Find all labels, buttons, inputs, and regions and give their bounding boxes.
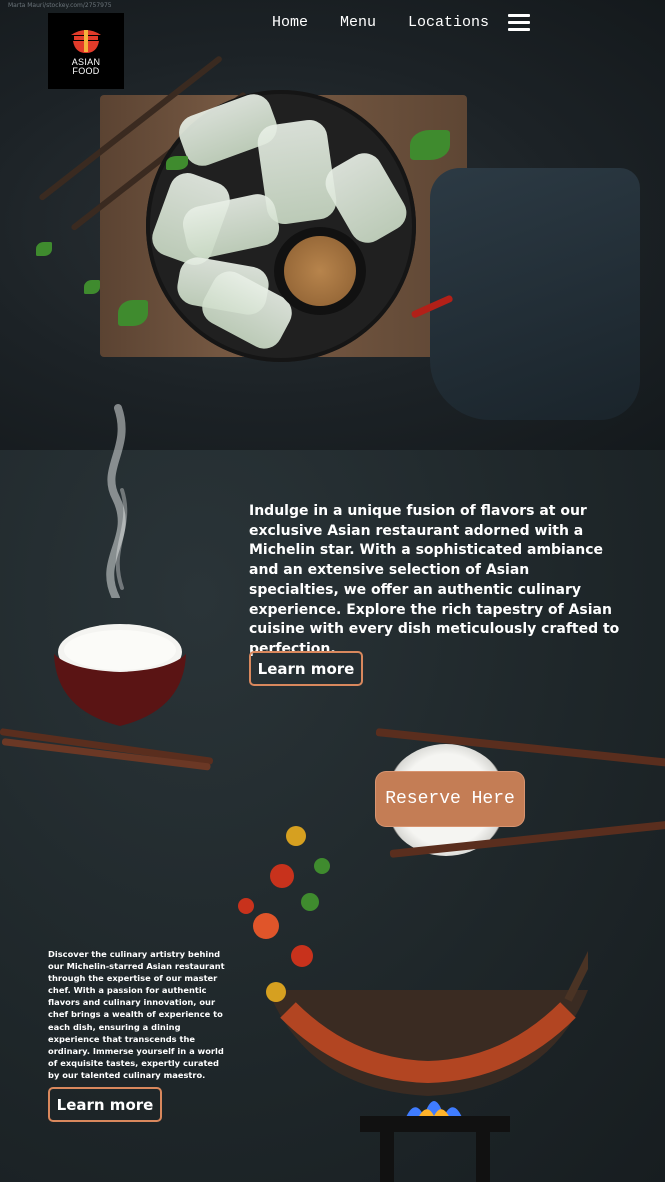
hamburger-line xyxy=(508,21,530,24)
page: Marta Mauri/stockey.com/2757975 ASIAN FO… xyxy=(0,0,665,1182)
flying-vegetables xyxy=(238,826,330,1002)
herb-leaf xyxy=(166,156,188,170)
lantern-bowl-icon xyxy=(71,29,101,53)
herb-leaf xyxy=(118,300,148,326)
logo-text-line2: FOOD xyxy=(72,65,100,76)
main-nav: Home Menu Locations xyxy=(272,12,521,33)
peanut-sauce xyxy=(284,236,356,306)
steam-graphic xyxy=(106,404,128,598)
logo[interactable]: ASIAN FOOD xyxy=(48,13,124,89)
photo-credit: Marta Mauri/stockey.com/2757975 xyxy=(8,2,112,9)
rice-bowl xyxy=(54,624,186,726)
hero-image: Marta Mauri/stockey.com/2757975 ASIAN FO… xyxy=(0,0,665,450)
nav-home[interactable]: Home xyxy=(272,12,308,33)
herb-leaf xyxy=(84,280,100,294)
napkin xyxy=(430,168,640,420)
stove xyxy=(360,1116,510,1182)
intro-text: Indulge in a unique fusion of flavors at… xyxy=(249,503,620,657)
learn-more-button[interactable]: Learn more xyxy=(249,651,363,686)
learn-more-button-chef[interactable]: Learn more xyxy=(48,1087,162,1122)
chef-text: Discover the culinary artistry behind ou… xyxy=(48,949,225,1080)
nav-locations[interactable]: Locations xyxy=(408,12,489,33)
hamburger-line xyxy=(508,28,530,31)
reserve-button[interactable]: Reserve Here xyxy=(376,772,524,826)
nav-menu[interactable]: Menu xyxy=(340,12,376,33)
herb-leaf xyxy=(410,130,450,160)
hamburger-icon[interactable] xyxy=(508,14,530,31)
herb-leaf xyxy=(36,242,52,256)
hamburger-line xyxy=(508,14,530,17)
